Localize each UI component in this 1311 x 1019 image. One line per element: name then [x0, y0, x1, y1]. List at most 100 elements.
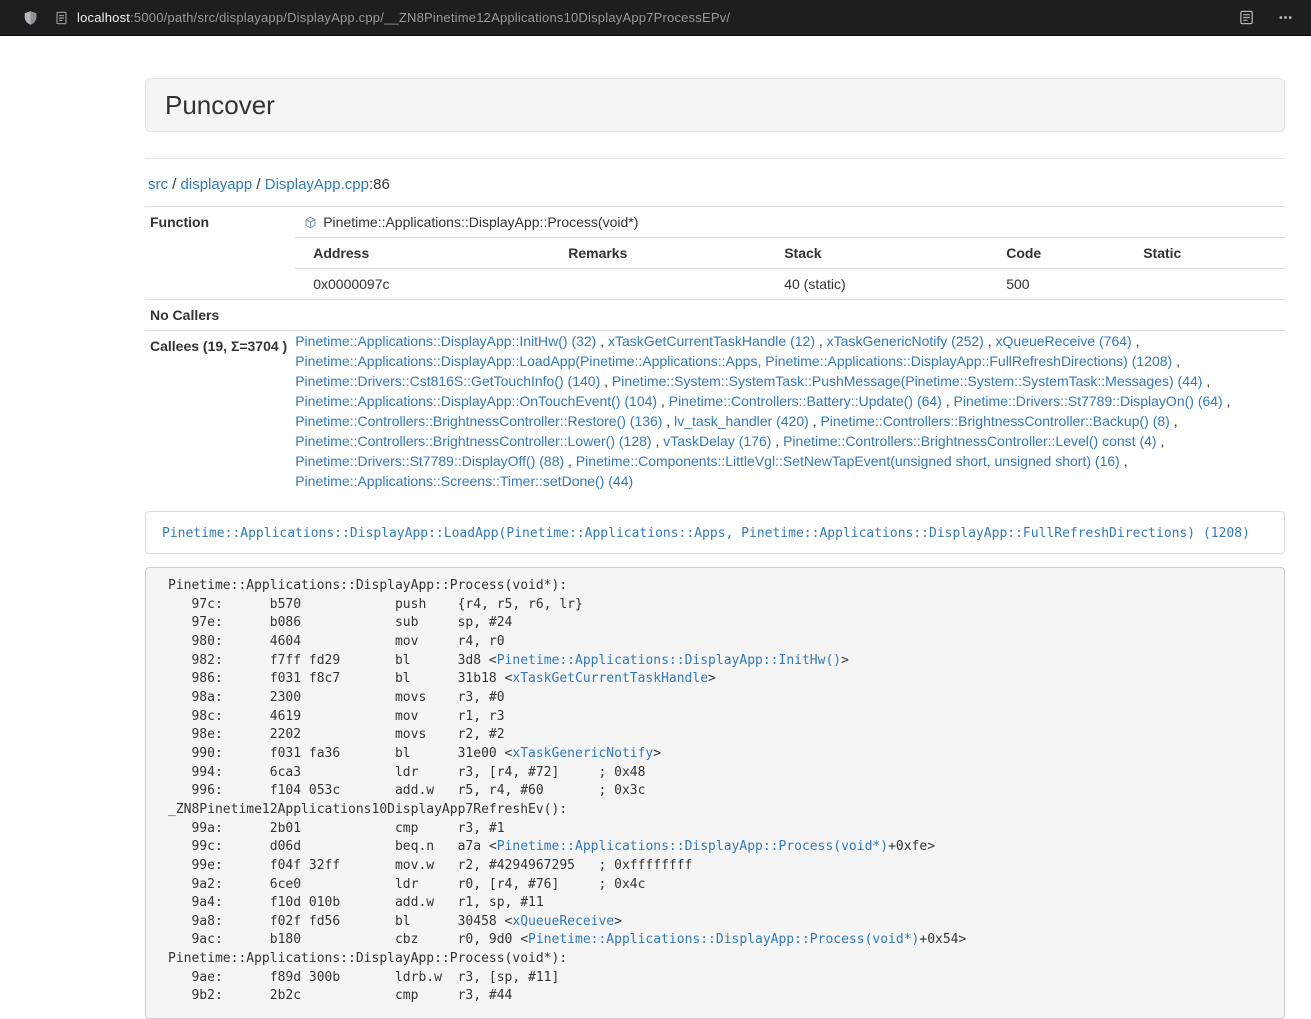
disassembly-line: 994: 6ca3 ldr r3, [r4, #72] ; 0x48 — [168, 765, 645, 780]
stat-value: 500 — [988, 269, 1125, 300]
disassembly-line: 98e: 2202 movs r2, #2 — [168, 727, 505, 742]
stat-col-header: Address — [295, 238, 550, 269]
page-icon — [55, 11, 68, 25]
callee-link[interactable]: Pinetime::Applications::Screens::Timer::… — [295, 473, 633, 489]
disassembly-line: 982: f7ff fd29 bl 3d8 <Pinetime::Applica… — [168, 653, 849, 668]
callee-link[interactable]: Pinetime::Applications::DisplayApp::Init… — [295, 333, 596, 349]
callee-link[interactable]: xTaskGenericNotify (252) — [827, 333, 984, 349]
callee-link[interactable]: xTaskGetCurrentTaskHandle (12) — [608, 333, 815, 349]
browser-toolbar: localhost:5000/path/src/displayapp/Displ… — [0, 0, 1311, 36]
callees-row: Callees (19, Σ=3704 ) Pinetime::Applicat… — [145, 331, 1285, 492]
disassembly-line: 98a: 2300 movs r3, #0 — [168, 690, 505, 705]
disassembly-line: Pinetime::Applications::DisplayApp::Proc… — [168, 951, 567, 966]
breadcrumb-link[interactable]: displayapp — [181, 176, 253, 193]
shield-icon[interactable] — [23, 10, 38, 26]
disassembly-line: 986: f031 f8c7 bl 31b18 <xTaskGetCurrent… — [168, 671, 716, 686]
breadcrumb-separator: / — [252, 176, 265, 193]
url-bar[interactable]: localhost:5000/path/src/displayapp/Displ… — [38, 10, 1239, 25]
url-path: :5000/path/src/displayapp/DisplayApp.cpp… — [130, 10, 730, 25]
callee-separator: , — [809, 413, 821, 429]
callee-separator: , — [1223, 393, 1231, 409]
breadcrumb-link[interactable]: DisplayApp.cpp — [265, 176, 369, 193]
disassembly-block: Pinetime::Applications::DisplayApp::Proc… — [145, 567, 1285, 1019]
callee-separator: , — [600, 373, 612, 389]
disassembly-line: _ZN8Pinetime12Applications10DisplayApp7R… — [168, 802, 567, 817]
main-content: Puncover src / displayapp / DisplayApp.c… — [145, 78, 1285, 1019]
callee-link[interactable]: Pinetime::Controllers::BrightnessControl… — [295, 413, 662, 429]
function-row-label: Function — [145, 207, 295, 300]
callee-link[interactable]: Pinetime::Controllers::Battery::Update()… — [669, 393, 942, 409]
reader-view-icon[interactable] — [1239, 10, 1254, 25]
disassembly-line: 97c: b570 push {r4, r5, r6, lr} — [168, 597, 583, 612]
stat-col-header: Stack — [766, 238, 988, 269]
disassembly-line: 9a8: f02f fd56 bl 30458 <xQueueReceive> — [168, 914, 622, 929]
disassembly-line: 9a2: 6ce0 ldr r0, [r4, #76] ; 0x4c — [168, 877, 645, 892]
callee-link[interactable]: Pinetime::Controllers::BrightnessControl… — [295, 433, 651, 449]
callee-separator: , — [771, 433, 783, 449]
callee-separator: , — [942, 393, 954, 409]
callee-link[interactable]: Pinetime::Applications::DisplayApp::Load… — [295, 353, 1172, 369]
disassembly-symbol-link[interactable]: Pinetime::Applications::DisplayApp::Proc… — [528, 932, 919, 947]
function-row: Function Pinetime::Applications::Display… — [145, 207, 1285, 300]
no-callers-label: No Callers — [145, 300, 295, 331]
highlighted-callee-link[interactable]: Pinetime::Applications::DisplayApp::Load… — [162, 526, 1250, 541]
callee-link[interactable]: lv_task_handler (420) — [674, 413, 809, 429]
callee-link[interactable]: Pinetime::Applications::DisplayApp::OnTo… — [295, 393, 657, 409]
stat-col-header: Code — [988, 238, 1125, 269]
disassembly-symbol-link[interactable]: xTaskGetCurrentTaskHandle — [512, 671, 708, 686]
url-host: localhost — [77, 10, 130, 25]
callee-link[interactable]: Pinetime::Components::LittleVgl::SetNewT… — [576, 453, 1120, 469]
callee-separator: , — [596, 333, 608, 349]
url-text: localhost:5000/path/src/displayapp/Displ… — [77, 10, 730, 25]
disassembly-line: 99c: d06d beq.n a7a <Pinetime::Applicati… — [168, 839, 935, 854]
callee-separator: , — [1132, 333, 1140, 349]
callee-separator: , — [1202, 373, 1210, 389]
disassembly-line: 996: f104 053c add.w r5, r4, #60 ; 0x3c — [168, 783, 645, 798]
disassembly-line: 9a4: f10d 010b add.w r1, sp, #11 — [168, 895, 544, 910]
stat-value — [1125, 269, 1285, 300]
highlighted-callee-panel: Pinetime::Applications::DisplayApp::Load… — [145, 511, 1285, 554]
callee-separator: , — [652, 433, 664, 449]
disassembly-line: 97e: b086 sub sp, #24 — [168, 615, 512, 630]
breadcrumb-line-number: :86 — [369, 176, 390, 193]
disassembly-symbol-link[interactable]: xQueueReceive — [512, 914, 614, 929]
callee-separator: , — [815, 333, 827, 349]
disassembly-symbol-link[interactable]: Pinetime::Applications::DisplayApp::Proc… — [497, 839, 888, 854]
function-info-table: Function Pinetime::Applications::Display… — [145, 206, 1285, 491]
stat-col-header: Static — [1125, 238, 1285, 269]
disassembly-line: 9ae: f89d 300b ldrb.w r3, [sp, #11] — [168, 970, 559, 985]
disassembly-symbol-link[interactable]: xTaskGenericNotify — [512, 746, 653, 761]
callee-link[interactable]: Pinetime::Drivers::St7789::DisplayOn() (… — [954, 393, 1223, 409]
function-signature-row: Pinetime::Applications::DisplayApp::Proc… — [295, 207, 1285, 237]
divider — [145, 158, 1285, 159]
stat-value — [550, 269, 766, 300]
disassembly-line: Pinetime::Applications::DisplayApp::Proc… — [168, 578, 567, 593]
disassembly-line: 9b2: 2b2c cmp r3, #44 — [168, 988, 512, 1003]
callee-link[interactable]: Pinetime::Controllers::BrightnessControl… — [783, 433, 1156, 449]
disassembly-line: 9ac: b180 cbz r0, 9d0 <Pinetime::Applica… — [168, 932, 966, 947]
breadcrumb-link[interactable]: src — [148, 176, 168, 193]
breadcrumb: src / displayapp / DisplayApp.cpp:86 — [148, 176, 1285, 193]
callee-link[interactable]: Pinetime::Drivers::St7789::DisplayOff() … — [295, 453, 564, 469]
stat-value: 40 (static) — [766, 269, 988, 300]
callee-link[interactable]: Pinetime::Controllers::BrightnessControl… — [820, 413, 1169, 429]
callee-separator: , — [1157, 433, 1165, 449]
menu-dots-icon[interactable] — [1278, 10, 1293, 25]
callee-link[interactable]: Pinetime::System::SystemTask::PushMessag… — [612, 373, 1203, 389]
callee-separator: , — [1170, 413, 1178, 429]
disassembly-line: 990: f031 fa36 bl 31e00 <xTaskGenericNot… — [168, 746, 661, 761]
callee-link[interactable]: xQueueReceive (764) — [996, 333, 1132, 349]
callee-separator: , — [657, 393, 669, 409]
breadcrumb-separator: / — [168, 176, 181, 193]
callee-separator: , — [564, 453, 576, 469]
disassembly-symbol-link[interactable]: Pinetime::Applications::DisplayApp::Init… — [497, 653, 841, 668]
callee-link[interactable]: Pinetime::Drivers::Cst816S::GetTouchInfo… — [295, 373, 600, 389]
callee-link[interactable]: vTaskDelay (176) — [663, 433, 771, 449]
stat-col-header: Remarks — [550, 238, 766, 269]
app-header-panel: Puncover — [145, 78, 1285, 132]
disassembly-line: 99a: 2b01 cmp r3, #1 — [168, 821, 505, 836]
disassembly-line: 98c: 4619 mov r1, r3 — [168, 709, 505, 724]
callee-separator: , — [662, 413, 674, 429]
no-callers-cell — [295, 300, 1285, 331]
stats-header-row: AddressRemarksStackCodeStatic — [295, 238, 1285, 269]
